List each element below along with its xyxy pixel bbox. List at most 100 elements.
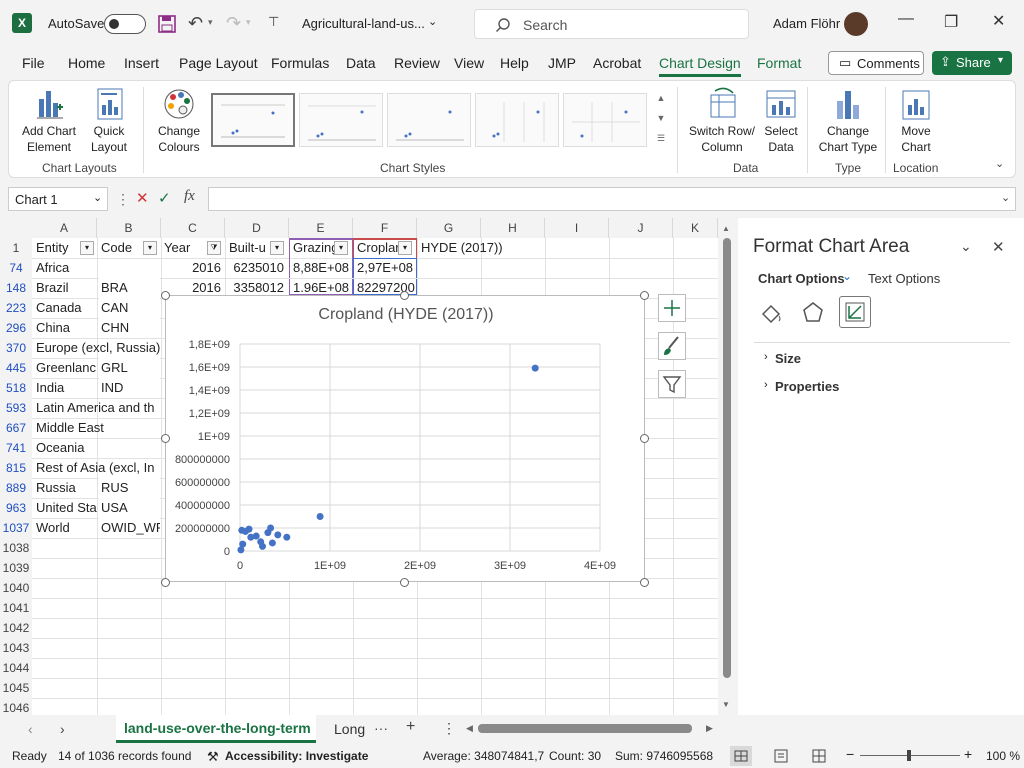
more-sheets-icon[interactable]: ···: [374, 720, 388, 736]
share-dropdown-icon[interactable]: ▾: [998, 55, 1003, 66]
menu-acrobat[interactable]: Acrobat: [593, 55, 641, 71]
avatar[interactable]: [844, 12, 868, 36]
share-button[interactable]: ⇪ Share ▾: [932, 51, 1012, 75]
cell-code[interactable]: GRL: [99, 358, 160, 378]
file-name-chevron-icon[interactable]: ⌄: [428, 15, 437, 28]
row-header[interactable]: 1038: [0, 538, 32, 558]
vertical-scroll-thumb[interactable]: [723, 238, 731, 678]
row-header[interactable]: 1039: [0, 558, 32, 578]
chart-resize-handle[interactable]: [161, 291, 170, 300]
styles-scroll-down-icon[interactable]: ▼: [655, 113, 667, 129]
pane-options-icon[interactable]: ⌄: [960, 238, 972, 255]
menu-file[interactable]: File: [22, 55, 45, 71]
chart-resize-handle[interactable]: [640, 578, 649, 587]
sheet-tab-long[interactable]: Long: [334, 721, 365, 737]
cell-code[interactable]: OWID_WF: [99, 518, 160, 538]
fill-line-icon[interactable]: [758, 300, 784, 326]
menu-format[interactable]: Format: [757, 55, 801, 71]
chart-style-1[interactable]: [211, 93, 295, 147]
data-point[interactable]: [531, 364, 539, 372]
autosave-toggle[interactable]: [104, 14, 146, 34]
menu-page-layout[interactable]: Page Layout: [179, 55, 258, 71]
filter-active-icon[interactable]: ⧩: [207, 241, 221, 255]
change-chart-type-button[interactable]: Change Chart Type: [815, 85, 881, 157]
filter-dropdown-icon[interactable]: ▾: [334, 241, 348, 255]
data-point[interactable]: [241, 527, 249, 535]
chart-resize-handle[interactable]: [640, 434, 649, 443]
menu-chart-design[interactable]: Chart Design: [659, 55, 741, 77]
menu-help[interactable]: Help: [500, 55, 529, 71]
row-header[interactable]: 1040: [0, 578, 32, 598]
next-sheet-icon[interactable]: ›: [60, 721, 65, 737]
add-chart-element-button[interactable]: Add Chart Element: [17, 85, 81, 157]
column-header-j[interactable]: J: [609, 218, 673, 238]
chart-style-3[interactable]: [387, 93, 471, 147]
cell-grazing[interactable]: 8,88E+08: [291, 258, 351, 278]
scatter-chart[interactable]: Cropland (HYDE (2017)) 0 200000000 4000000…: [165, 295, 645, 582]
column-header-b[interactable]: B: [97, 218, 161, 238]
scroll-up-icon[interactable]: ▲: [722, 224, 730, 233]
vertical-scrollbar[interactable]: ▲ ▼: [720, 222, 734, 714]
data-point[interactable]: [264, 529, 272, 537]
row-header[interactable]: 296: [0, 318, 32, 338]
horizontal-scroll-thumb[interactable]: [478, 724, 692, 733]
chart-filters-button[interactable]: [658, 370, 686, 398]
data-point[interactable]: [259, 542, 266, 550]
row-header[interactable]: 1043: [0, 638, 32, 658]
row-header[interactable]: 148: [0, 278, 32, 298]
filter-dropdown-icon[interactable]: ▾: [143, 241, 157, 255]
row-header[interactable]: 74: [0, 258, 32, 278]
zoom-level[interactable]: 100 %: [986, 749, 1020, 763]
column-header-i[interactable]: I: [545, 218, 609, 238]
cell-code[interactable]: IND: [99, 378, 160, 398]
section-properties[interactable]: Properties: [775, 379, 839, 394]
chart-style-4[interactable]: [475, 93, 559, 147]
filter-dropdown-icon[interactable]: ▾: [80, 241, 94, 255]
sheet-tab-active[interactable]: land-use-over-the-long-term: [116, 715, 316, 743]
styles-scroll-up-icon[interactable]: ▲: [655, 93, 667, 109]
formula-input[interactable]: ⌄: [208, 187, 1016, 211]
cell-built[interactable]: 6235010: [227, 258, 287, 278]
row-header[interactable]: 518: [0, 378, 32, 398]
cell-crop[interactable]: 2,97E+08: [355, 258, 415, 278]
header-cell[interactable]: HYDE (2017)): [419, 238, 539, 258]
confirm-entry-icon[interactable]: ✓: [158, 189, 171, 207]
tab-chart-options[interactable]: Chart Options: [758, 271, 845, 286]
size-expand-icon[interactable]: ›: [764, 351, 768, 363]
row-header[interactable]: 1: [0, 238, 32, 258]
chart-resize-handle[interactable]: [161, 578, 170, 587]
column-header-h[interactable]: H: [481, 218, 545, 238]
row-header[interactable]: 370: [0, 338, 32, 358]
row-header[interactable]: 593: [0, 398, 32, 418]
scroll-left-icon[interactable]: ◀: [466, 723, 473, 734]
cell-code[interactable]: [99, 438, 160, 458]
column-header-a[interactable]: A: [32, 218, 97, 238]
minimize-icon[interactable]: —: [898, 10, 914, 28]
chart-styles-button[interactable]: [658, 332, 686, 360]
row-header[interactable]: 1045: [0, 678, 32, 698]
scroll-right-icon[interactable]: ▶: [706, 723, 713, 734]
status-accessibility[interactable]: Accessibility: Investigate: [225, 749, 368, 763]
data-point[interactable]: [247, 533, 255, 541]
cell-code[interactable]: [99, 258, 160, 278]
tab-text-options[interactable]: Text Options: [868, 271, 940, 286]
select-all-corner[interactable]: [0, 218, 32, 238]
select-data-button[interactable]: Select Data: [759, 85, 803, 157]
row-header[interactable]: 741: [0, 438, 32, 458]
filter-dropdown-icon[interactable]: ▾: [398, 241, 412, 255]
menu-home[interactable]: Home: [68, 55, 105, 71]
cell-code[interactable]: CAN: [99, 298, 160, 318]
cell-code[interactable]: USA: [99, 498, 160, 518]
chart-resize-handle[interactable]: [161, 434, 170, 443]
restore-icon[interactable]: ❐: [944, 12, 958, 32]
page-layout-view-icon[interactable]: [772, 748, 790, 764]
effects-pentagon-icon[interactable]: [800, 300, 826, 326]
ribbon-collapse-icon[interactable]: ⌄: [995, 157, 1004, 170]
row-header[interactable]: 1041: [0, 598, 32, 618]
section-size[interactable]: Size: [775, 351, 801, 366]
chart-options-dropdown-icon[interactable]: ⌄: [842, 269, 852, 283]
more-options-icon[interactable]: ⋮: [116, 191, 130, 208]
menu-data[interactable]: Data: [346, 55, 376, 71]
switch-row-column-button[interactable]: Switch Row/ Column: [685, 85, 759, 157]
cell-code[interactable]: RUS: [99, 478, 160, 498]
